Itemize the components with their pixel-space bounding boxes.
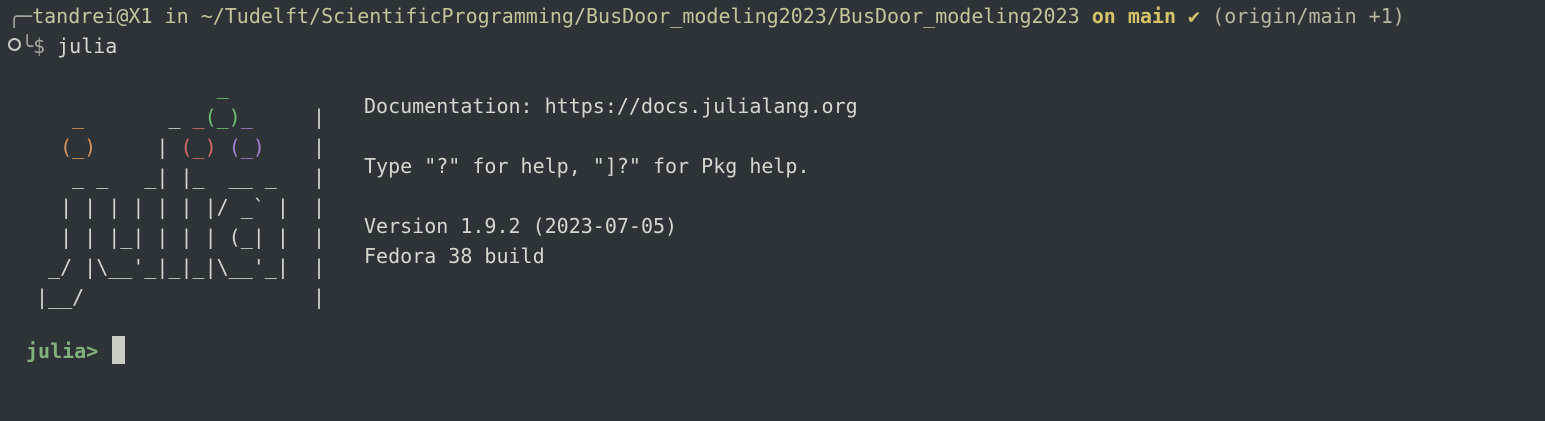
user-host: tandrei@X1 [32,4,153,28]
entered-command: julia [57,34,118,58]
shell-command-line: ╰$ julia [8,36,117,56]
banner-documentation: Documentation: https://docs.julialang.or… [364,94,858,118]
in-word: in [152,4,201,28]
prompt-corner-top: ╭─ [8,4,33,28]
exit-status-ring-icon [8,38,21,51]
current-directory: ~/Tudelft/ScientificProgramming/BusDoor_… [200,4,1080,28]
git-branch: on main ✔ [1079,4,1201,28]
julia-repl-line[interactable]: julia> [26,336,126,364]
prompt-corner-bottom: ╰ [21,34,34,58]
dollar-sign: $ [33,34,58,58]
git-remote-status: (origin/main +1) [1200,4,1405,28]
banner-version: Version 1.9.2 (2023-07-05) [364,214,678,238]
text-cursor [112,336,126,364]
shell-prompt-header: ╭─tandrei@X1 in ~/Tudelft/ScientificProg… [8,6,1405,26]
banner-build: Fedora 38 build [364,244,545,268]
julia-logo-icon: _ _ _ _(_)_ | (_) | (_) (_) | _ _ _| |_ … [36,75,326,309]
banner-help: Type "?" for help, "]?" for Pkg help. [364,154,810,178]
julia-prompt: julia> [26,339,99,363]
